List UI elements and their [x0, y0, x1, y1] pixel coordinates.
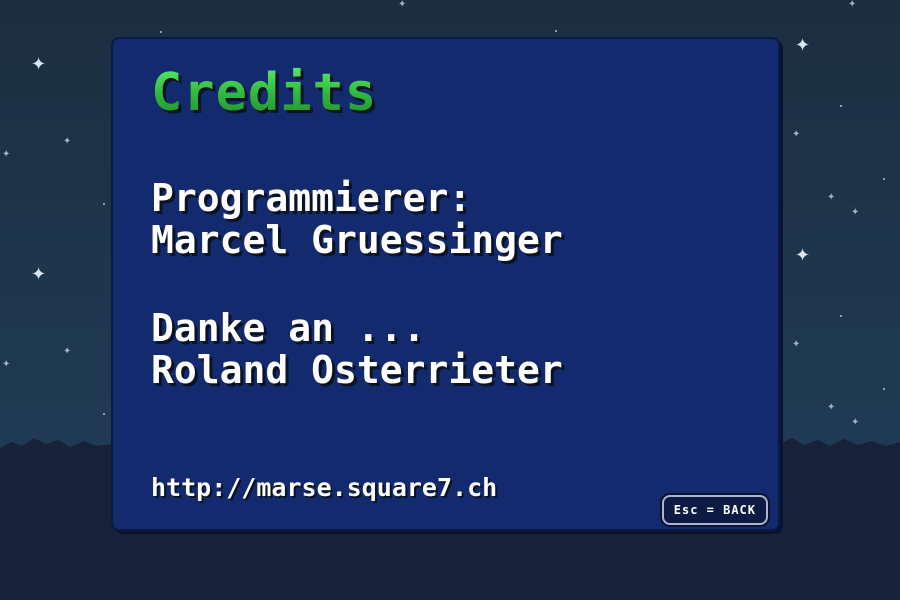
programmer-name: Marcel Gruessinger: [151, 218, 563, 262]
programmer-label: Programmierer:: [151, 176, 472, 220]
credits-title: Credits: [151, 63, 378, 123]
thanks-name: Roland Osterrieter: [151, 348, 563, 392]
credits-panel: Credits Programmierer: Marcel Gruessinge…: [111, 37, 780, 531]
website-url: http://marse.square7.ch: [151, 473, 498, 502]
thanks-label: Danke an ...: [151, 306, 426, 350]
back-button[interactable]: Esc = BACK: [661, 495, 768, 525]
